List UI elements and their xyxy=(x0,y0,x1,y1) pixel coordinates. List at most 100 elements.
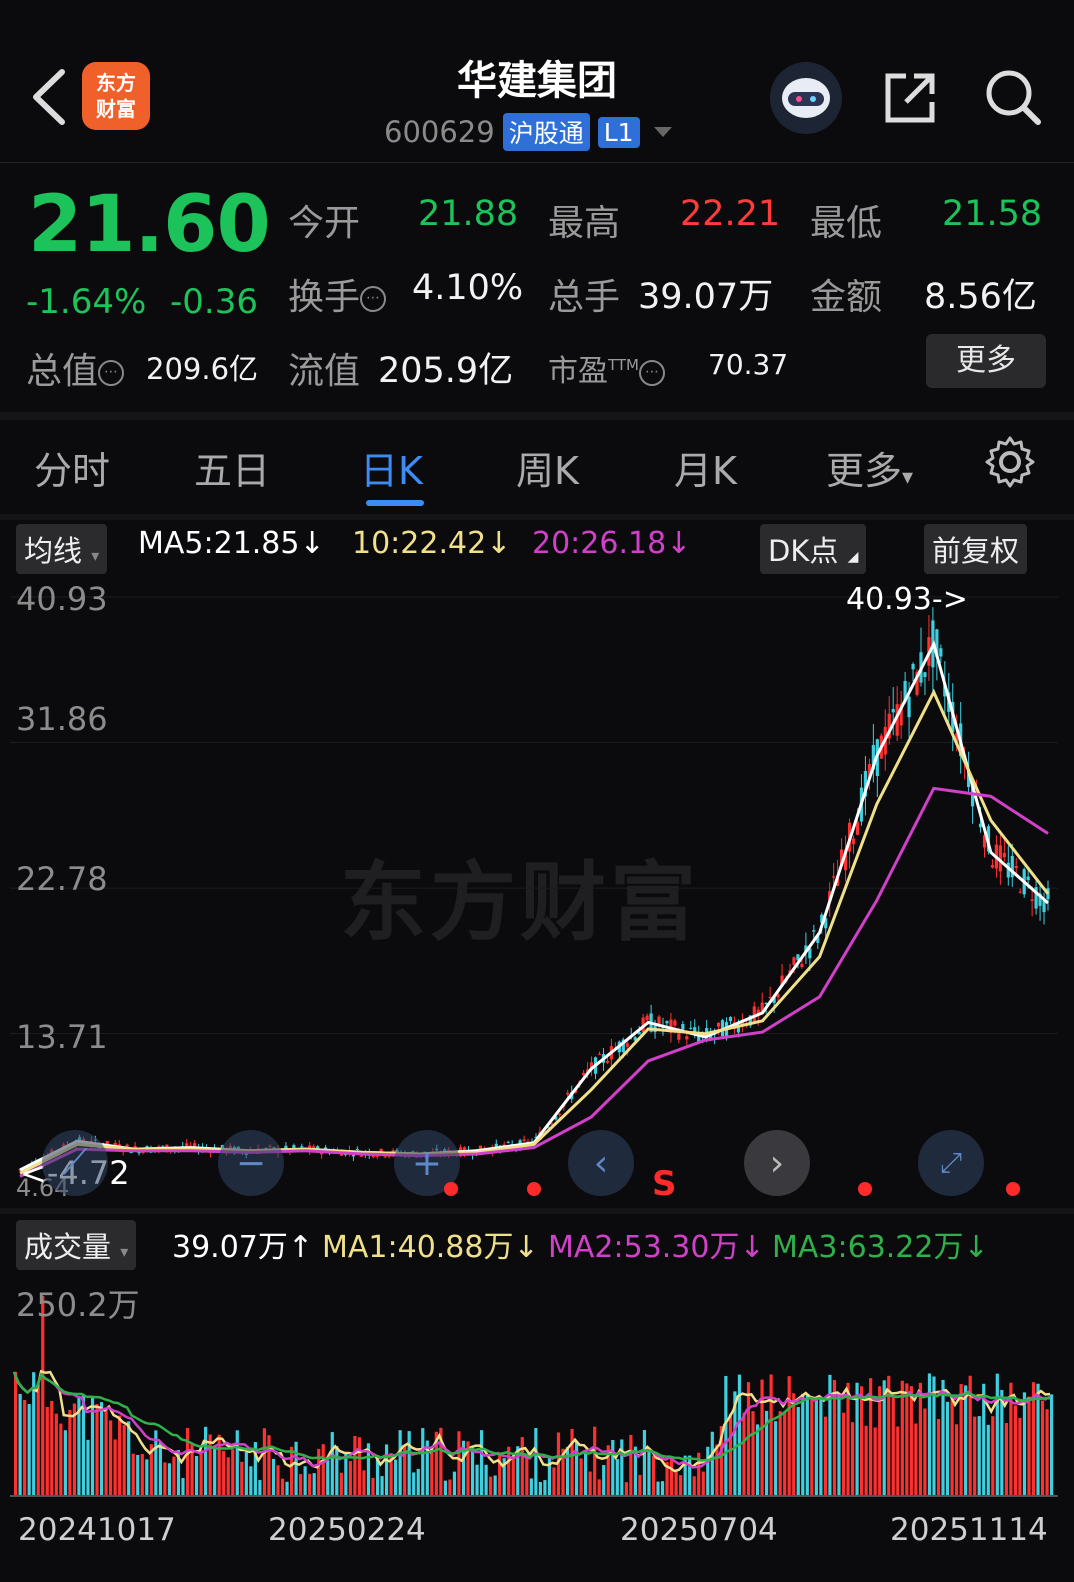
tab-weekly-k[interactable]: 周K xyxy=(516,440,579,495)
volume-bar xyxy=(801,1393,805,1496)
volume-bar xyxy=(452,1471,457,1496)
volume-bar xyxy=(104,1409,108,1496)
volume-bar xyxy=(543,1480,547,1496)
volume-bar xyxy=(828,1374,832,1496)
volume-bar xyxy=(384,1444,389,1496)
fullscreen-button[interactable]: ⤢ xyxy=(918,1130,984,1196)
candle-body xyxy=(597,1053,602,1055)
volume-bar xyxy=(629,1434,633,1496)
volume-bar xyxy=(235,1430,239,1496)
chevron-right-icon: › xyxy=(769,1142,785,1184)
volume-bar xyxy=(145,1459,149,1496)
sell-signal: S xyxy=(652,1164,677,1204)
signal-dot xyxy=(444,1182,458,1196)
volume-bar xyxy=(593,1426,597,1496)
turnover-value: 4.10% xyxy=(412,268,524,308)
volume-chart[interactable] xyxy=(10,1270,1058,1498)
down-arrow-icon: ↓ xyxy=(299,526,325,561)
volume-bar xyxy=(457,1431,461,1496)
volume-bar xyxy=(534,1428,538,1496)
share-icon[interactable] xyxy=(880,68,940,128)
candle-body xyxy=(923,672,927,678)
candle-body xyxy=(792,957,796,965)
volume-bar xyxy=(484,1464,488,1496)
tab-more[interactable]: 更多▾ xyxy=(826,440,913,495)
tab-daily-k[interactable]: 日K xyxy=(360,440,423,495)
down-arrow-icon: ↓ xyxy=(739,1230,765,1265)
volume-bar xyxy=(787,1376,791,1496)
volume-bar xyxy=(660,1481,665,1496)
volume-bar xyxy=(353,1435,357,1496)
volume-bar xyxy=(525,1453,529,1496)
price-adjust-button[interactable]: 前复权 xyxy=(924,524,1028,574)
float-value: 205.9亿 xyxy=(378,351,514,391)
info-icon[interactable]: ⋯ xyxy=(639,359,666,386)
volume-bar xyxy=(647,1448,651,1496)
down-arrow-icon: ↓ xyxy=(486,526,512,561)
y-tick-label: 13.71 xyxy=(16,1018,108,1056)
volume-bar xyxy=(1022,1392,1027,1496)
volume-bar xyxy=(1013,1405,1018,1496)
volume-bar xyxy=(448,1479,452,1496)
volume-label: 总手 xyxy=(548,277,621,318)
volume-bar xyxy=(964,1385,968,1496)
open-label: 今开 xyxy=(288,203,361,244)
more-button[interactable]: 更多 xyxy=(926,334,1046,388)
volume-bar xyxy=(312,1473,316,1496)
tab-monthly-k[interactable]: 月K xyxy=(674,440,737,495)
chevron-down-icon[interactable] xyxy=(653,127,672,137)
up-arrow-icon: ↑ xyxy=(287,1230,314,1265)
volume-bar xyxy=(651,1455,656,1496)
indicator-selector[interactable]: 均线 ▾ xyxy=(16,524,108,574)
info-icon[interactable]: ⋯ xyxy=(360,286,387,312)
volume-bar xyxy=(1018,1417,1022,1496)
volume-bar xyxy=(362,1470,366,1496)
tab-five-day[interactable]: 五日 xyxy=(194,440,270,495)
candlestick-chart[interactable] xyxy=(10,575,1058,1205)
candle-body xyxy=(605,1060,610,1063)
scroll-right-button[interactable]: › xyxy=(744,1130,810,1196)
signal-dot xyxy=(858,1182,872,1196)
scroll-left-button[interactable]: ‹ xyxy=(568,1130,634,1196)
volume-bar xyxy=(701,1471,705,1496)
volume-bar xyxy=(285,1481,289,1496)
volume-bar xyxy=(344,1453,348,1496)
volume-bar xyxy=(805,1394,809,1496)
volume-bar xyxy=(945,1401,950,1496)
stock-code-row[interactable]: 600629 沪股通 L1 xyxy=(384,113,672,151)
pe-label[interactable]: 市盈TTM ⋯ xyxy=(548,346,666,390)
candle-body xyxy=(673,1020,677,1026)
candle-body xyxy=(1014,865,1018,869)
volume-bar xyxy=(54,1413,58,1496)
volume-selector[interactable]: 成交量 ▾ xyxy=(16,1220,137,1270)
volume-bar xyxy=(927,1373,932,1496)
ma10-value: 10:22.42↓ xyxy=(352,526,512,561)
dk-points-button[interactable]: DK点 ◢ xyxy=(760,524,867,574)
info-icon[interactable]: ⋯ xyxy=(98,360,125,386)
search-icon[interactable] xyxy=(982,66,1044,128)
high-value: 22.21 xyxy=(680,194,781,234)
volume-bar xyxy=(602,1465,606,1496)
volume-bar xyxy=(615,1459,619,1496)
volume-bar xyxy=(977,1416,981,1496)
zoom-out-button[interactable]: − xyxy=(218,1130,284,1196)
chart-icon: ⟋ xyxy=(62,1142,88,1183)
tab-intraday[interactable]: 分时 xyxy=(34,440,110,495)
robot-assistant-icon[interactable] xyxy=(770,62,842,134)
volume-bar xyxy=(995,1373,999,1496)
x-date-label: 20241017 xyxy=(18,1512,176,1548)
gear-icon[interactable] xyxy=(982,434,1038,490)
y-tick-label: 31.86 xyxy=(16,700,108,738)
chart-control-button[interactable]: ⟋ xyxy=(42,1130,108,1196)
volume-bar xyxy=(185,1428,190,1496)
x-date-label: 20250224 xyxy=(268,1512,426,1548)
volume-bar xyxy=(520,1437,524,1496)
candle-body xyxy=(1030,899,1034,902)
ma-line-ma5 xyxy=(19,639,1049,1172)
volume-bar xyxy=(859,1386,864,1496)
candle-body xyxy=(351,1154,356,1157)
turnover-label[interactable]: 换手 ⋯ xyxy=(288,268,387,320)
mktcap-label[interactable]: 总值 ⋯ xyxy=(26,342,125,394)
candle-body xyxy=(752,1006,756,1022)
volume-bar xyxy=(950,1398,954,1496)
